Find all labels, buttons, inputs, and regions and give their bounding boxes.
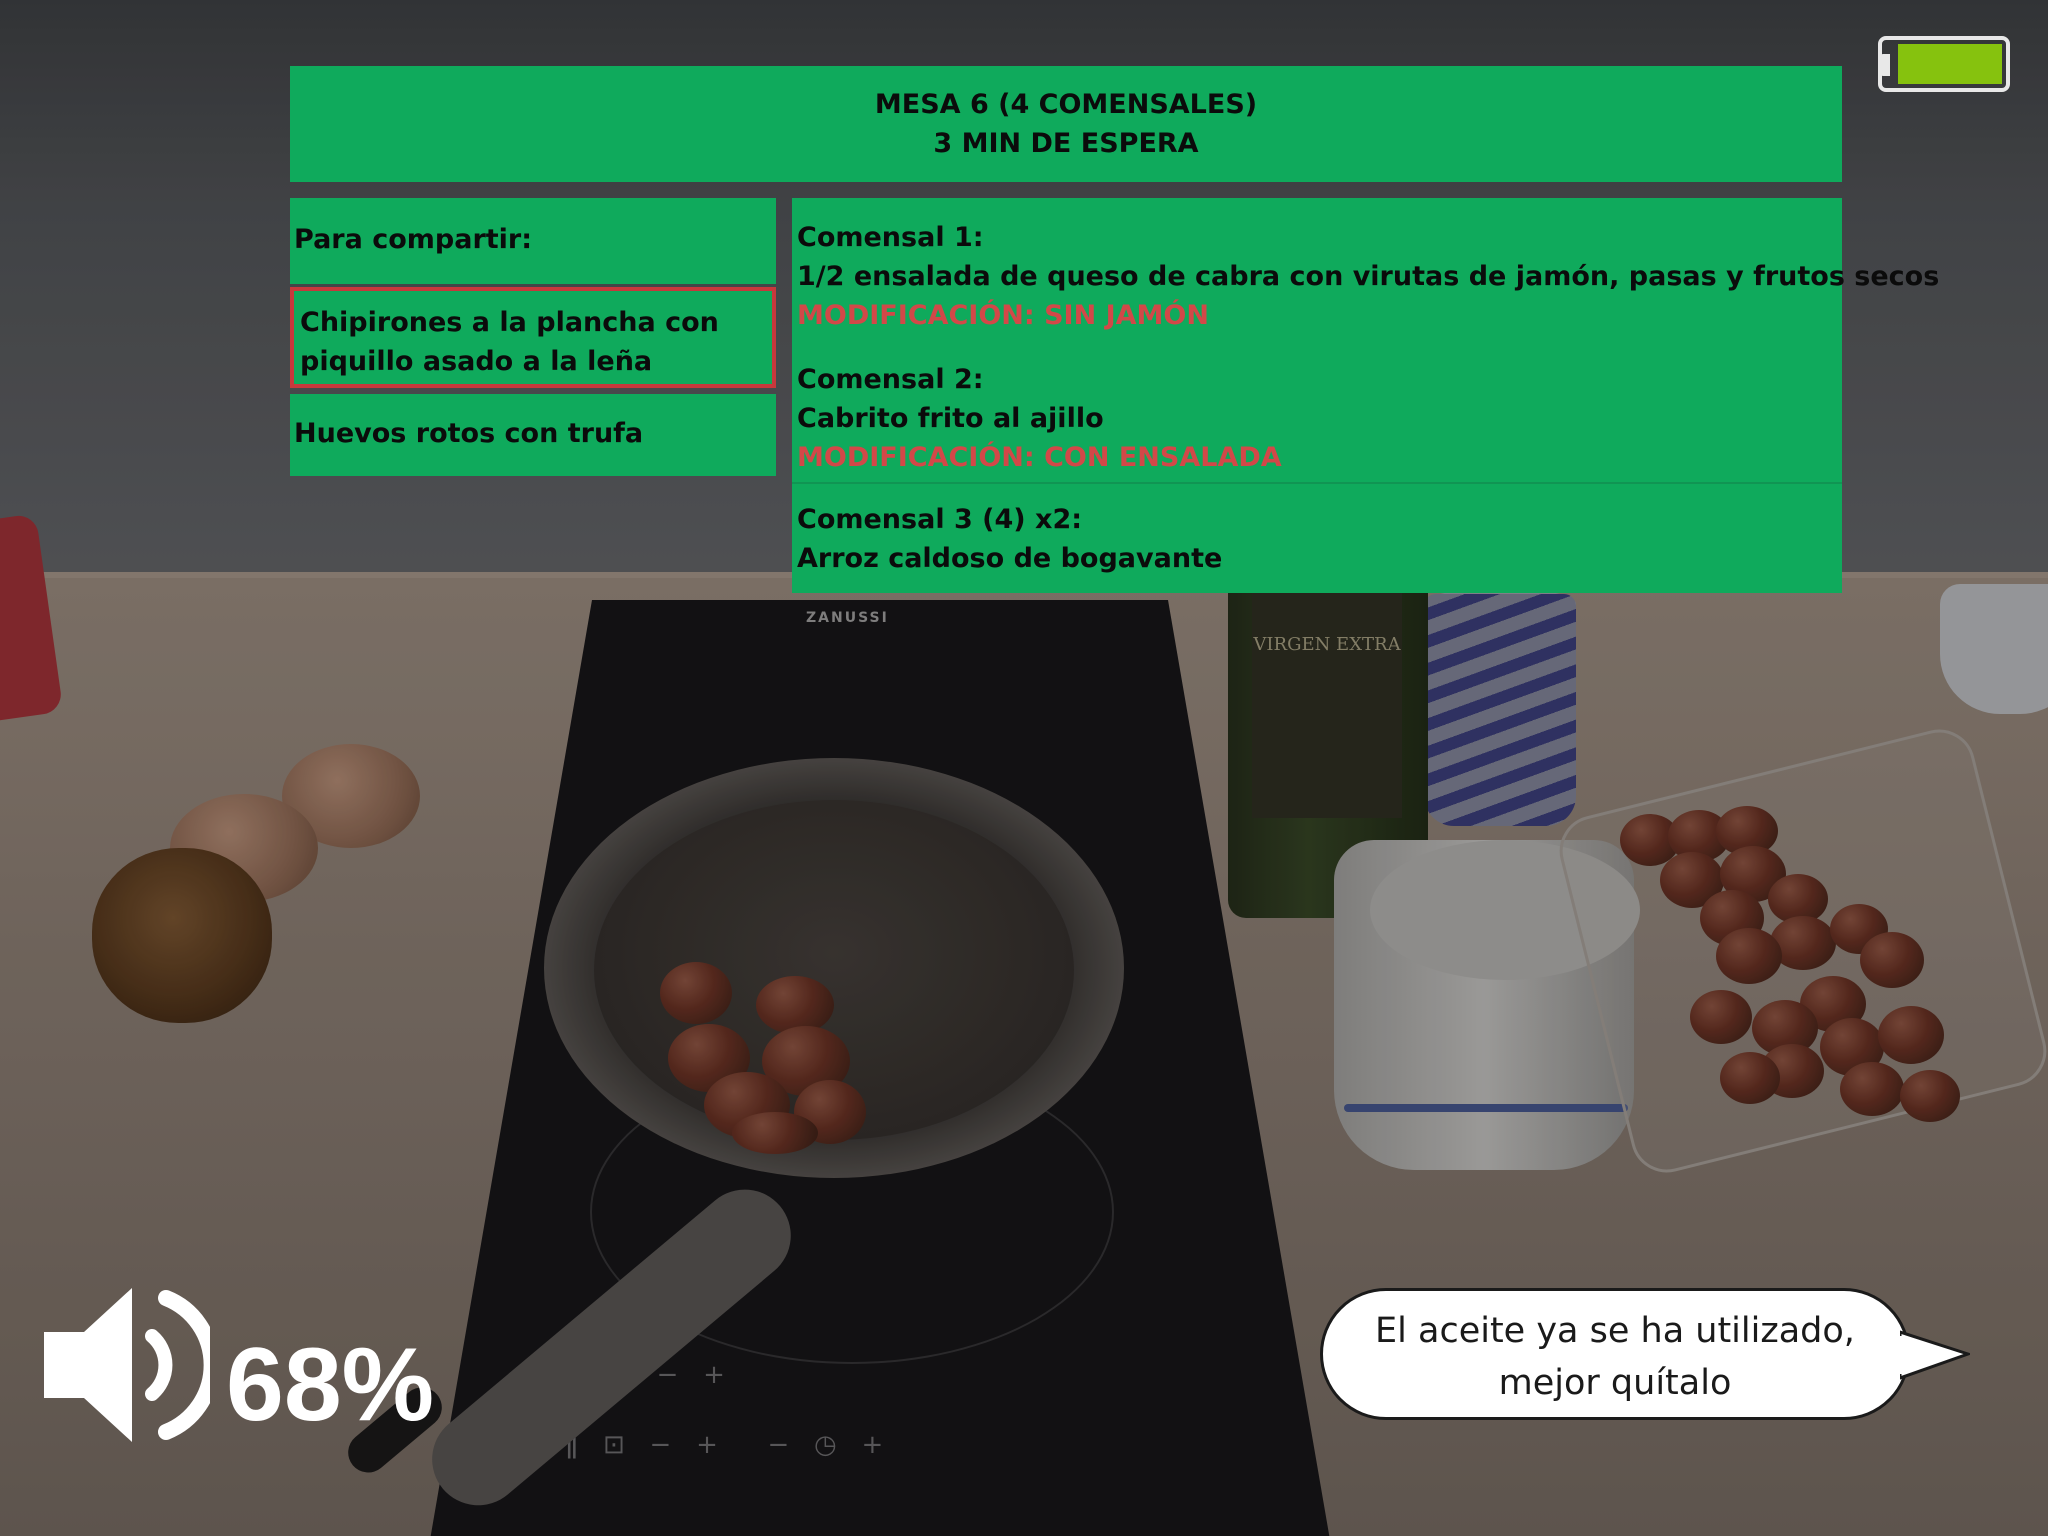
diner-modification: MODIFICACIÓN: CON ENSALADA — [797, 442, 1282, 473]
table-header: MESA 6 (4 COMENSALES) 3 MIN DE ESPERA — [290, 66, 1842, 182]
diner-name: Comensal 2: — [797, 364, 984, 395]
diner-order[interactable]: Comensal 3 (4) x2: Arroz caldoso de boga… — [797, 500, 1222, 578]
diner-orders: Comensal 1: 1/2 ensalada de queso de cab… — [792, 198, 1939, 593]
share-item-huevos[interactable]: Huevos rotos con trufa — [290, 394, 776, 476]
table-number: MESA 6 (4 COMENSALES) — [874, 89, 1258, 120]
diner-modification: MODIFICACIÓN: SIN JAMÓN — [797, 300, 1209, 331]
assistant-message: El aceite ya se ha utilizado, mejor quít… — [1320, 1288, 1910, 1420]
diner-dish: Arroz caldoso de bogavante — [797, 543, 1223, 574]
speech-bubble-tail — [1900, 1330, 1970, 1380]
speaker-icon[interactable] — [40, 1280, 210, 1450]
share-title: Para compartir: — [290, 198, 776, 284]
diner-name: Comensal 1: — [797, 222, 984, 253]
diner-order[interactable]: Comensal 1: 1/2 ensalada de queso de cab… — [797, 218, 1939, 335]
share-item-chipirones[interactable]: Chipirones a la plancha con piquillo asa… — [290, 287, 776, 388]
volume-level: 68% — [226, 1327, 435, 1443]
wait-time: 3 MIN DE ESPERA — [933, 128, 1199, 159]
order-divider — [792, 482, 1842, 484]
diner-dish: Cabrito frito al ajillo — [797, 403, 1104, 434]
battery-level-fill — [1898, 44, 2002, 84]
diner-name: Comensal 3 (4) x2: — [797, 504, 1083, 535]
diner-dish: 1/2 ensalada de queso de cabra con virut… — [797, 261, 1940, 292]
diner-order[interactable]: Comensal 2: Cabrito frito al ajillo MODI… — [797, 360, 1282, 477]
